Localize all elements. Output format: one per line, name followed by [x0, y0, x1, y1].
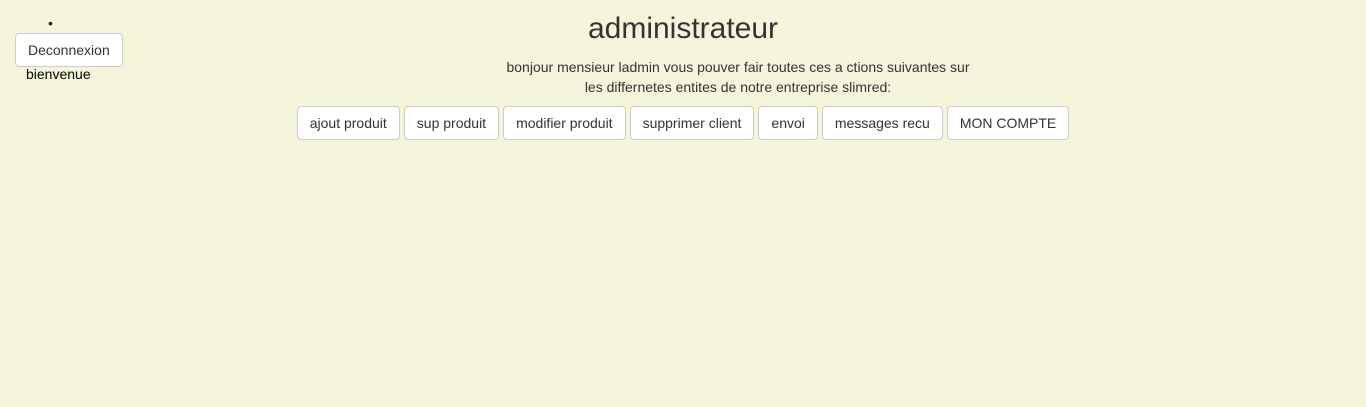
intro-line-2: les differnetes entites de notre entrepr…: [584, 79, 892, 95]
my-account-button[interactable]: MON COMPTE: [946, 106, 1070, 140]
action-buttons: ajout produit sup produit modifier produ…: [0, 106, 1366, 140]
intro-text: bonjour mensieur ladmin vous pouver fair…: [478, 57, 998, 97]
delete-client-button[interactable]: supprimer client: [629, 106, 755, 140]
send-button[interactable]: envoi: [758, 106, 818, 140]
intro-line-1: bonjour mensieur ladmin vous pouver fair…: [506, 59, 970, 75]
edit-product-button[interactable]: modifier produit: [503, 106, 626, 140]
welcome-text: bienvenue: [26, 66, 91, 82]
add-product-button[interactable]: ajout produit: [296, 106, 400, 140]
page-title: administrateur: [587, 12, 779, 45]
delete-product-button[interactable]: sup produit: [403, 106, 500, 140]
messages-received-button[interactable]: messages recu: [821, 106, 943, 140]
